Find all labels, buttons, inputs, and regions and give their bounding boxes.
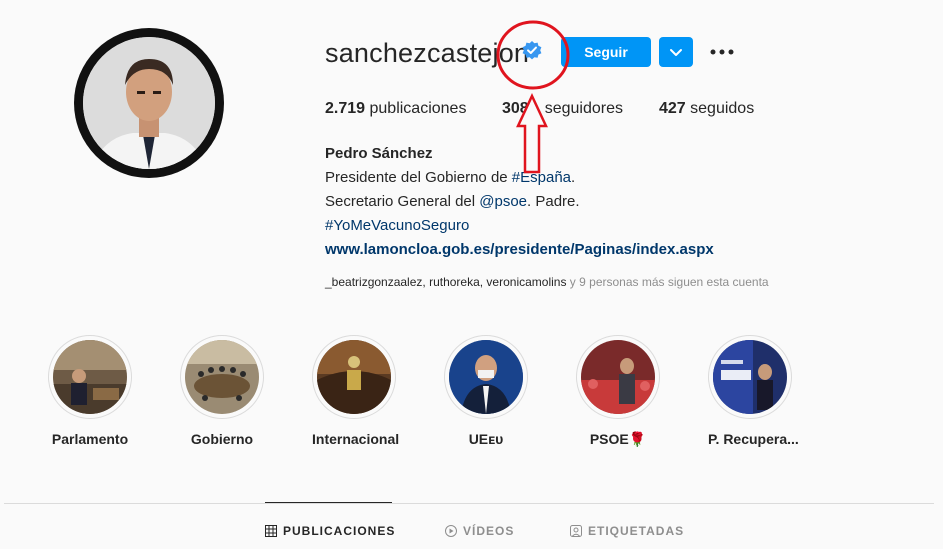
posts-count: 2.719 publicaciones [325, 100, 466, 118]
highlight-label: Parlamento [51, 431, 129, 447]
tab-label: VÍDEOS [463, 524, 515, 538]
following-count-label: seguidos [690, 100, 755, 117]
bio-line-1: Presidente del Gobierno de #España. [325, 169, 575, 186]
grid-icon [265, 525, 277, 537]
bio-line-2: Secretario General del @psoe. Padre. [325, 193, 580, 210]
followers-link[interactable]: 308 seguidores [502, 100, 623, 118]
parliament-photo-icon [53, 340, 127, 414]
tab-etiquetadas[interactable]: ETIQUETADAS [570, 524, 684, 538]
following-count-value: 427 [659, 100, 686, 117]
profile-avatar[interactable] [74, 28, 224, 178]
mention-link[interactable]: @psoe [479, 193, 527, 210]
council-photo-icon [185, 340, 259, 414]
more-options-button[interactable] [706, 38, 738, 66]
followed-by[interactable]: _beatrizgonzaalez, ruthoreka, veronicamo… [325, 275, 769, 289]
followed-by-suffix: y 9 personas más siguen esta cuenta [566, 275, 769, 289]
chevron-down-icon [670, 49, 682, 56]
tag-icon [570, 525, 582, 537]
profile-full-name: Pedro Sánchez [325, 145, 433, 162]
tab-videos[interactable]: VÍDEOS [445, 524, 514, 538]
highlight-ue[interactable]: UEᴇᴜ [444, 335, 528, 447]
posts-count-value: 2.719 [325, 100, 366, 117]
tab-publicaciones[interactable]: PUBLICACIONES [265, 524, 395, 538]
highlight-recuperacion[interactable]: P. Recupera... [708, 335, 799, 447]
bio-text: Presidente del Gobierno de [325, 169, 512, 186]
active-tab-indicator [265, 502, 392, 503]
recovery-photo-icon [713, 340, 787, 414]
highlight-label: Gobierno [190, 431, 254, 447]
tab-label: PUBLICACIONES [283, 524, 396, 538]
followers-count-label: seguidores [544, 100, 623, 117]
profile-website-link[interactable]: www.lamoncloa.gob.es/presidente/Paginas/… [325, 241, 714, 258]
hashtag-link[interactable]: #España [512, 169, 571, 186]
bio-text: Secretario General del [325, 193, 480, 210]
avatar-photo [83, 37, 215, 169]
following-link[interactable]: 427 seguidos [659, 100, 754, 118]
highlight-label: UEᴇᴜ [468, 431, 504, 447]
profile-username: sanchezcastejon [325, 38, 530, 68]
hashtag-link[interactable]: #YoMeVacunoSeguro [325, 217, 469, 234]
bio-text: . Padre. [527, 193, 580, 210]
assembly-photo-icon [317, 340, 391, 414]
portrait-photo-icon [449, 340, 523, 414]
follow-button[interactable]: Seguir [561, 37, 651, 67]
more-dots-icon [710, 49, 734, 55]
followers-count-value: 308 [502, 100, 529, 117]
highlight-label: PSOE🌹 [589, 431, 647, 447]
highlight-label: Internacional [312, 431, 400, 447]
highlight-label: P. Recupera... [708, 431, 799, 447]
rally-photo-icon [581, 340, 655, 414]
highlight-gobierno[interactable]: Gobierno [180, 335, 264, 447]
suggested-dropdown-button[interactable] [659, 37, 693, 67]
tabs-divider [4, 503, 934, 504]
bio-text: . [571, 169, 576, 186]
tab-label: ETIQUETADAS [588, 524, 685, 538]
posts-count-label: publicaciones [369, 100, 467, 117]
highlight-psoe[interactable]: PSOE🌹 [576, 335, 660, 448]
verified-badge-icon [522, 41, 542, 60]
highlight-parlamento[interactable]: Parlamento [48, 335, 132, 447]
followed-by-names: _beatrizgonzaalez, ruthoreka, veronicamo… [325, 275, 567, 289]
highlight-internacional[interactable]: Internacional [312, 335, 400, 447]
play-icon [445, 525, 457, 537]
